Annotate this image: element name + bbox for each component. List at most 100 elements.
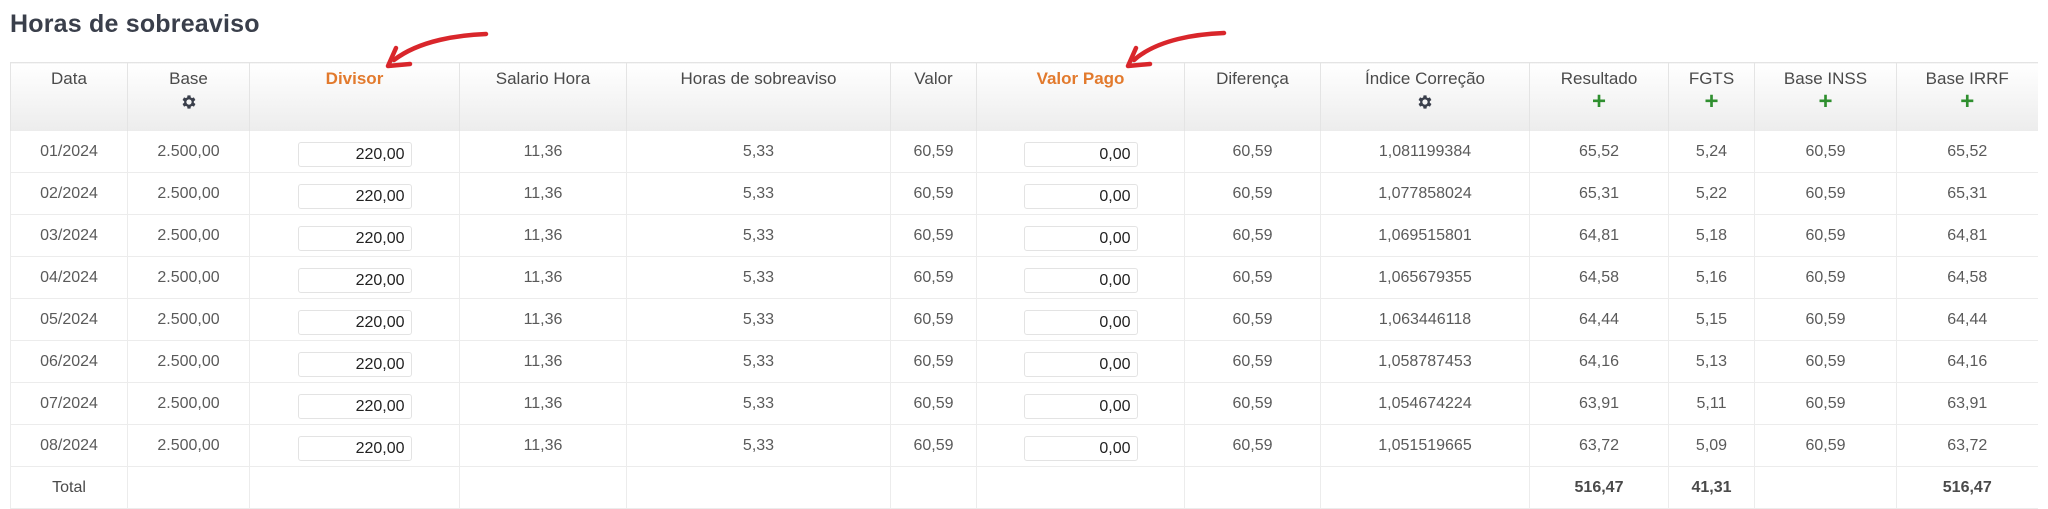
cell-resultado: 64,16 [1529, 340, 1669, 383]
page-title: Horas de sobreaviso [10, 10, 260, 38]
total-cell-indice [1320, 466, 1530, 509]
cell-base: 2.500,00 [127, 131, 250, 173]
cell-valor: 60,59 [890, 214, 977, 257]
cell-base-irrf: 65,52 [1896, 131, 2038, 173]
valor-pago-input[interactable] [1023, 352, 1138, 377]
gear-icon[interactable] [1325, 93, 1525, 113]
cell-base-irrf: 64,81 [1896, 214, 2038, 257]
cell-divisor [249, 256, 460, 299]
divisor-input[interactable] [297, 394, 412, 419]
gear-icon[interactable] [132, 93, 245, 113]
column-header-base-irrf: Base IRRF + [1896, 62, 2038, 131]
plus-icon[interactable]: + [1759, 90, 1892, 114]
cell-fgts: 5,13 [1668, 340, 1755, 383]
cell-fgts: 5,15 [1668, 298, 1755, 341]
cell-diferenca: 60,59 [1184, 256, 1321, 299]
cell-data: 03/2024 [10, 214, 128, 257]
valor-pago-input[interactable] [1023, 310, 1138, 335]
cell-data: 04/2024 [10, 256, 128, 299]
cell-divisor [249, 298, 460, 341]
overtime-table: Data Base Divisor Salario Hora Horas de sobr… [10, 62, 2038, 509]
column-header-label: Valor [914, 69, 953, 88]
cell-base: 2.500,00 [127, 298, 250, 341]
cell-base-irrf: 65,31 [1896, 172, 2038, 215]
valor-pago-input[interactable] [1023, 184, 1138, 209]
table-row: 08/20242.500,0011,365,3360,5960,591,0515… [10, 424, 2038, 467]
cell-valor: 60,59 [890, 172, 977, 215]
table-row: 05/20242.500,0011,365,3360,5960,591,0634… [10, 298, 2038, 341]
cell-salario-hora: 11,36 [459, 424, 627, 467]
cell-salario-hora: 11,36 [459, 382, 627, 425]
cell-salario-hora: 11,36 [459, 131, 627, 173]
annotation-arrow-valor-pago [1125, 30, 1227, 69]
total-cell-salario-hora [459, 466, 627, 509]
divisor-input[interactable] [297, 184, 412, 209]
cell-valor: 60,59 [890, 256, 977, 299]
cell-base: 2.500,00 [127, 424, 250, 467]
cell-base-inss: 60,59 [1754, 382, 1897, 425]
cell-resultado: 64,58 [1529, 256, 1669, 299]
total-cell-valor [890, 466, 977, 509]
cell-data: 01/2024 [10, 131, 128, 173]
cell-base-inss: 60,59 [1754, 424, 1897, 467]
cell-resultado: 65,52 [1529, 131, 1669, 173]
plus-icon[interactable]: + [1901, 90, 2034, 114]
column-header-indice: Índice Correção [1320, 62, 1530, 131]
cell-indice: 1,058787453 [1320, 340, 1530, 383]
valor-pago-input[interactable] [1023, 268, 1138, 293]
total-cell-divisor [249, 466, 460, 509]
cell-divisor [249, 172, 460, 215]
total-cell-horas [626, 466, 891, 509]
total-cell-diferenca [1184, 466, 1321, 509]
cell-base-irrf: 64,16 [1896, 340, 2038, 383]
annotation-arrow-divisor [385, 31, 489, 69]
total-cell-base [127, 466, 250, 509]
valor-pago-input[interactable] [1023, 226, 1138, 251]
cell-valor-pago [976, 382, 1185, 425]
cell-indice: 1,051519665 [1320, 424, 1530, 467]
divisor-input[interactable] [297, 310, 412, 335]
divisor-input[interactable] [297, 436, 412, 461]
cell-horas: 5,33 [626, 340, 891, 383]
cell-data: 08/2024 [10, 424, 128, 467]
cell-fgts: 5,24 [1668, 131, 1755, 173]
cell-diferenca: 60,59 [1184, 172, 1321, 215]
valor-pago-input[interactable] [1023, 394, 1138, 419]
valor-pago-input[interactable] [1023, 142, 1138, 167]
divisor-input[interactable] [297, 226, 412, 251]
total-row: Total 516,47 41,31 516,47 [10, 466, 2038, 509]
cell-base: 2.500,00 [127, 256, 250, 299]
cell-base-irrf: 63,72 [1896, 424, 2038, 467]
cell-base-inss: 60,59 [1754, 172, 1897, 215]
cell-indice: 1,054674224 [1320, 382, 1530, 425]
column-header-label: Data [51, 69, 87, 88]
cell-divisor [249, 382, 460, 425]
table-row: 07/20242.500,0011,365,3360,5960,591,0546… [10, 382, 2038, 425]
cell-valor-pago [976, 131, 1185, 173]
total-label: Total [10, 466, 128, 509]
cell-valor: 60,59 [890, 298, 977, 341]
cell-valor: 60,59 [890, 131, 977, 173]
table-row: 02/20242.500,0011,365,3360,5960,591,0778… [10, 172, 2038, 215]
column-header-label: Horas de sobreaviso [680, 69, 837, 88]
cell-indice: 1,063446118 [1320, 298, 1530, 341]
cell-base-inss: 60,59 [1754, 340, 1897, 383]
cell-horas: 5,33 [626, 424, 891, 467]
cell-valor-pago [976, 256, 1185, 299]
cell-horas: 5,33 [626, 382, 891, 425]
cell-horas: 5,33 [626, 214, 891, 257]
divisor-input[interactable] [297, 142, 412, 167]
column-header-label: Base INSS [1783, 69, 1868, 88]
cell-diferenca: 60,59 [1184, 298, 1321, 341]
valor-pago-input[interactable] [1023, 436, 1138, 461]
column-header-base-inss: Base INSS + [1754, 62, 1897, 131]
cell-base: 2.500,00 [127, 382, 250, 425]
cell-indice: 1,081199384 [1320, 131, 1530, 173]
plus-icon[interactable]: + [1673, 90, 1750, 114]
cell-horas: 5,33 [626, 131, 891, 173]
divisor-input[interactable] [297, 352, 412, 377]
cell-resultado: 64,44 [1529, 298, 1669, 341]
plus-icon[interactable]: + [1534, 90, 1664, 114]
cell-valor-pago [976, 172, 1185, 215]
divisor-input[interactable] [297, 268, 412, 293]
